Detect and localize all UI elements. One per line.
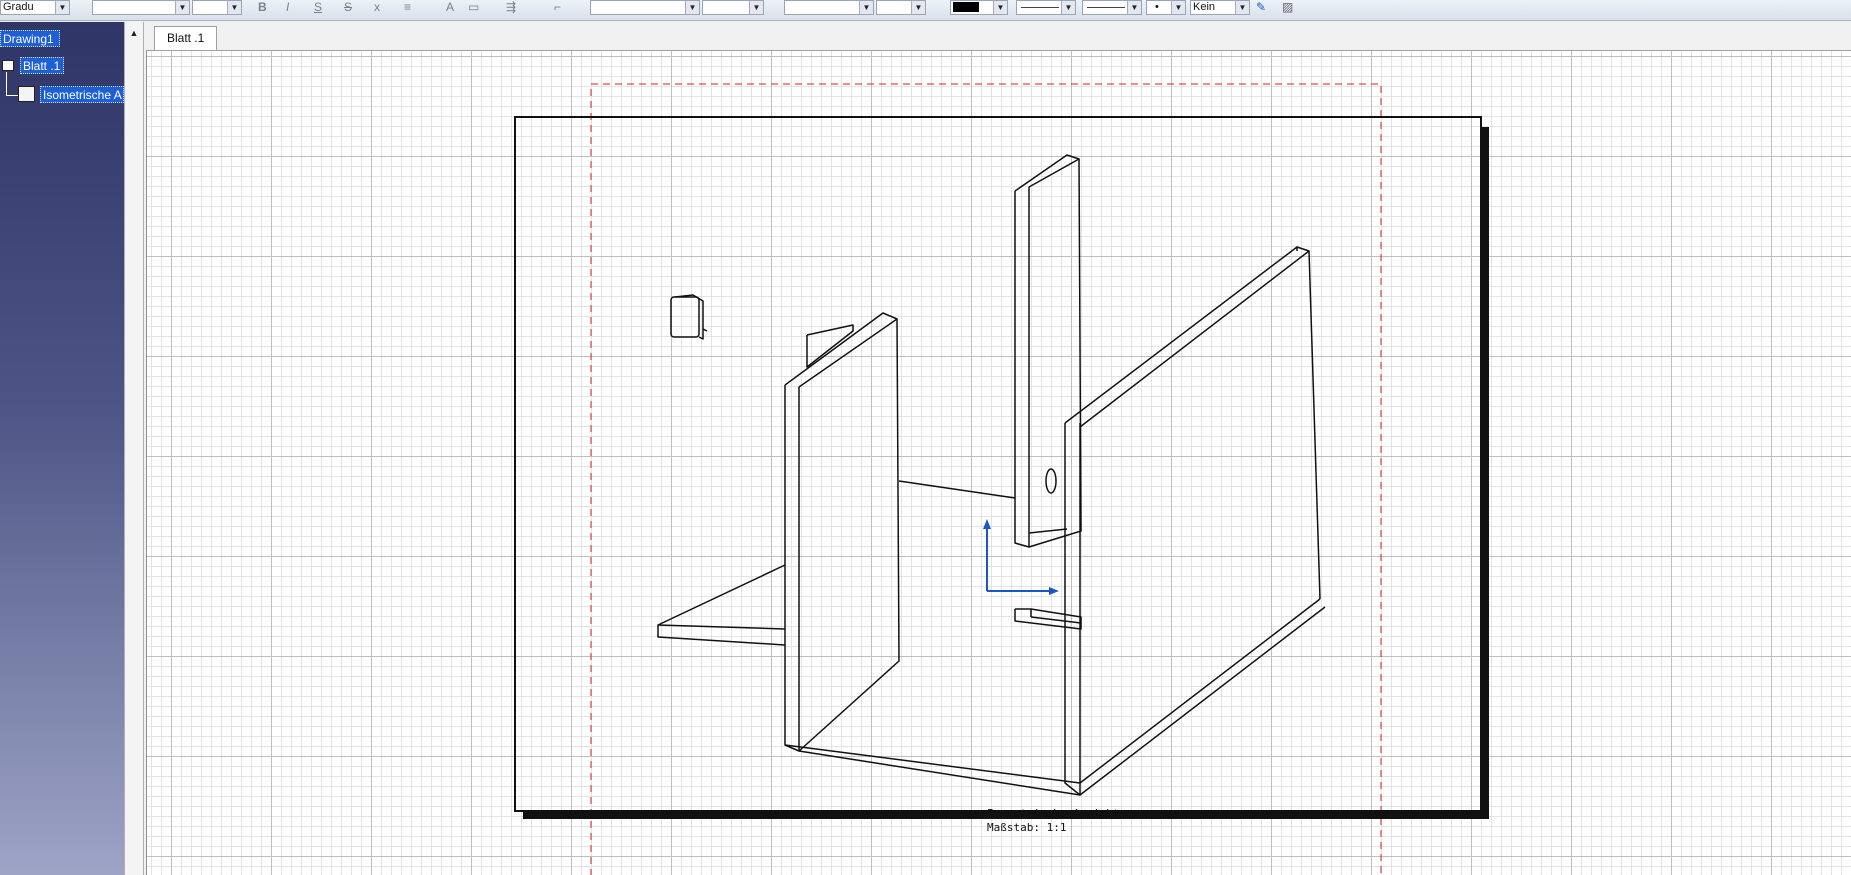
chevron-down-icon: ▼ (993, 1, 1007, 14)
chevron-down-icon: ▼ (749, 1, 763, 14)
line-sample (1087, 7, 1125, 8)
line-thickness-dropdown[interactable]: ▼ (1016, 0, 1076, 15)
view-caption-title: Isometrische Ansicht (987, 807, 1120, 820)
underline-icon[interactable]: S (314, 0, 322, 15)
strikethrough-icon[interactable]: S (344, 0, 352, 15)
tab-blatt-1[interactable]: Blatt .1 (154, 26, 218, 50)
anchor-icon[interactable]: ⇶ (506, 0, 516, 15)
chevron-down-icon: ▼ (1127, 1, 1141, 14)
align-icon[interactable]: ≡ (404, 0, 411, 15)
italic-icon[interactable]: I (286, 0, 289, 15)
line-sample (1021, 7, 1059, 8)
precision-dropdown[interactable]: ▼ (784, 0, 874, 15)
point-glyph: • (1155, 1, 1159, 13)
text-frame-icon[interactable]: A (446, 0, 454, 15)
symbol-icon[interactable]: ⌐ (554, 0, 561, 15)
chevron-down-icon: ▼ (685, 1, 699, 14)
tree-item-sheet[interactable]: Blatt .1 (20, 57, 64, 74)
chevron-down-icon: ▼ (55, 1, 69, 14)
chevron-down-icon: ▼ (1235, 1, 1249, 14)
chevron-down-icon: ▼ (911, 1, 925, 14)
view-frame (514, 116, 1482, 812)
sheet-tab-strip: Blatt .1 (146, 22, 1851, 51)
drawing-canvas[interactable]: Isometrische Ansicht Maßstab: 1:1 (146, 51, 1851, 875)
print-area-frame (590, 83, 1382, 875)
tree-scrollbar[interactable]: ▲ (124, 22, 144, 875)
drawing-sheet (514, 83, 1489, 875)
specification-tree: Drawing1 Blatt .1 Isometrische A (0, 22, 124, 875)
tree-connector (6, 72, 7, 95)
superscript-icon[interactable]: x (374, 0, 380, 15)
fill-color-dropdown[interactable]: ▼ (950, 0, 1008, 15)
style-dropdown[interactable]: Gradu ▼ (0, 0, 70, 15)
formatting-toolbar: Gradu ▼ ▼ ▼ B I S S x ≡ A ▭ ⇶ ⌐ ▼ ▼ ▼ ▼ … (0, 0, 1851, 21)
view-caption-scale: Maßstab: 1:1 (987, 821, 1067, 834)
pattern-dropdown[interactable]: Kein ▼ (1190, 0, 1250, 15)
font-dropdown[interactable]: ▼ (92, 0, 190, 15)
color-swatch (953, 2, 979, 12)
tree-item-isometric-view[interactable]: Isometrische A (40, 86, 124, 103)
line-type-dropdown[interactable]: ▼ (1082, 0, 1142, 15)
tree-connector (6, 95, 18, 96)
chevron-down-icon: ▼ (227, 1, 241, 14)
font-size-dropdown[interactable]: ▼ (192, 0, 242, 15)
chevron-down-icon: ▼ (175, 1, 189, 14)
view-frame-shadow-right (1481, 127, 1489, 819)
frame-icon[interactable]: ▭ (468, 0, 479, 15)
isometric-part (657, 154, 1326, 796)
pattern-value: Kein (1193, 1, 1216, 13)
view-icon (18, 86, 35, 102)
tree-item-drawing[interactable]: Drawing1 (0, 30, 60, 47)
bold-icon[interactable]: B (258, 0, 267, 15)
tolerance-dropdown[interactable]: ▼ (702, 0, 764, 15)
hatch-icon[interactable]: ▨ (1282, 0, 1293, 15)
format-dropdown[interactable]: ▼ (876, 0, 926, 15)
scroll-up-icon[interactable]: ▲ (127, 26, 141, 40)
point-style-dropdown[interactable]: • ▼ (1146, 0, 1186, 15)
dimension-style-dropdown[interactable]: ▼ (590, 0, 700, 15)
chevron-down-icon: ▼ (1171, 1, 1185, 14)
pattern-edit-icon[interactable]: ✎ (1256, 0, 1266, 15)
style-value: Gradu (3, 1, 34, 13)
chevron-down-icon: ▼ (859, 1, 873, 14)
chevron-down-icon: ▼ (1061, 1, 1075, 14)
tree-branch-icon (2, 60, 14, 71)
